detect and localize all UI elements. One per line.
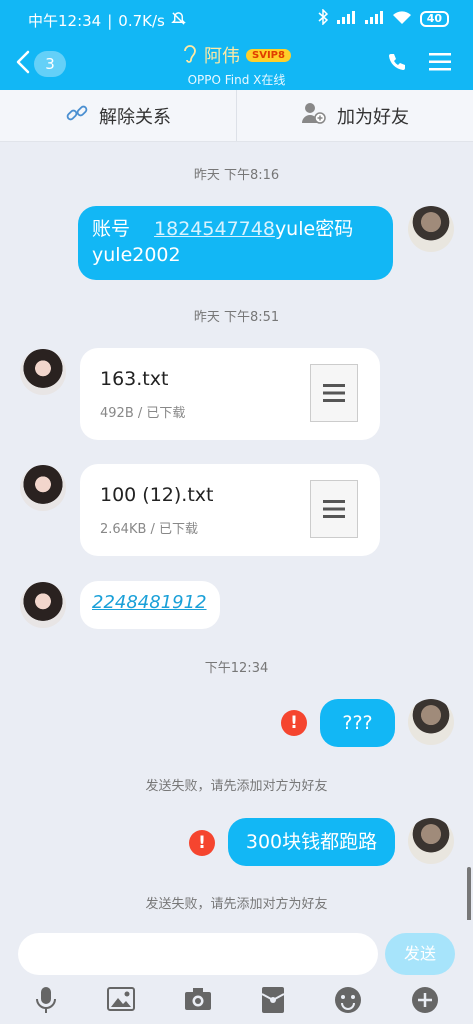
message-bubble-sent[interactable]: 300块钱都跑路 <box>228 818 395 866</box>
mute-icon <box>171 11 186 30</box>
status-time: 中午12:34 <box>28 12 102 30</box>
file-meta: 492B / 已下载 <box>100 406 186 421</box>
message-text: yule密码 <box>274 218 354 240</box>
battery-indicator: 40 <box>419 11 449 27</box>
status-speed: 0.7K/s <box>118 11 165 30</box>
contact-name: 阿伟 <box>204 46 241 67</box>
unlink-label: 解除关系 <box>99 106 171 128</box>
qq-number-link[interactable]: 2248481912 <box>92 592 207 613</box>
send-button[interactable]: 发送 <box>385 933 455 975</box>
unlink-icon <box>65 101 89 130</box>
message-text: yule2002 <box>92 244 181 266</box>
text-file-icon <box>310 364 358 422</box>
unlink-button[interactable]: 解除关系 <box>0 90 236 141</box>
input-bar: 发送 <box>0 920 473 1024</box>
message-bubble-sent[interactable]: 账号 1824547748yule密码 yule2002 <box>78 206 393 280</box>
scrollbar[interactable] <box>467 867 471 923</box>
send-failed-icon[interactable]: ! <box>281 710 307 736</box>
avatar-self[interactable] <box>408 206 454 252</box>
signal-icon-2 <box>364 10 384 28</box>
message-line: 账号 1824547748yule密码 <box>92 216 379 242</box>
mic-icon[interactable] <box>34 986 58 1018</box>
avatar-contact[interactable] <box>20 582 66 628</box>
message-input[interactable] <box>18 933 378 975</box>
signal-icon <box>336 10 356 28</box>
red-packet-icon[interactable] <box>261 986 285 1018</box>
timestamp: 昨天 下午8:51 <box>193 310 280 325</box>
menu-icon[interactable] <box>429 52 451 76</box>
image-icon[interactable] <box>107 986 136 1018</box>
phone-number-link[interactable]: 1824547748 <box>154 218 275 240</box>
file-name: 100 (12).txt <box>100 484 214 506</box>
send-failed-icon[interactable]: ! <box>189 830 215 856</box>
file-message[interactable]: 163.txt 492B / 已下载 <box>80 348 380 440</box>
file-message[interactable]: 100 (12).txt 2.64KB / 已下载 <box>80 464 380 556</box>
add-friend-label: 加为好友 <box>337 106 409 128</box>
emoji-icon[interactable] <box>334 986 362 1018</box>
phone-icon[interactable] <box>387 52 407 76</box>
file-name: 163.txt <box>100 368 169 390</box>
avatar-self[interactable] <box>408 818 454 864</box>
chat-header: 3 阿伟 SVIP8 OPPO Find X在线 <box>0 40 473 90</box>
file-meta: 2.64KB / 已下载 <box>100 522 199 537</box>
hearing-icon <box>182 43 198 68</box>
plus-icon[interactable] <box>411 986 439 1018</box>
timestamp: 昨天 下午8:16 <box>193 168 280 183</box>
camera-icon[interactable] <box>184 986 212 1018</box>
svip-badge: SVIP8 <box>246 48 291 62</box>
message-text: 300块钱都跑路 <box>245 831 378 853</box>
add-user-icon <box>301 101 327 130</box>
message-bubble-sent[interactable]: ??? <box>320 699 395 747</box>
status-divider: | <box>107 11 113 30</box>
message-text: 账号 <box>92 218 137 240</box>
timestamp: 下午12:34 <box>204 661 269 676</box>
add-friend-button[interactable]: 加为好友 <box>236 90 473 141</box>
send-failed-notice: 发送失败，请先添加对方为好友 <box>145 779 328 794</box>
avatar-contact[interactable] <box>20 349 66 395</box>
relationship-action-bar: 解除关系 加为好友 <box>0 90 473 142</box>
text-file-icon <box>310 480 358 538</box>
bluetooth-icon <box>318 8 328 29</box>
avatar-self[interactable] <box>408 699 454 745</box>
input-toolbar <box>0 986 473 1018</box>
message-text: ??? <box>342 712 373 734</box>
avatar-contact[interactable] <box>20 465 66 511</box>
wifi-icon <box>392 10 412 29</box>
send-failed-notice: 发送失败，请先添加对方为好友 <box>145 897 328 912</box>
status-bar: 中午12:34 | 0.7K/s 40 <box>0 0 473 40</box>
message-bubble-received[interactable]: 2248481912 <box>80 581 220 629</box>
